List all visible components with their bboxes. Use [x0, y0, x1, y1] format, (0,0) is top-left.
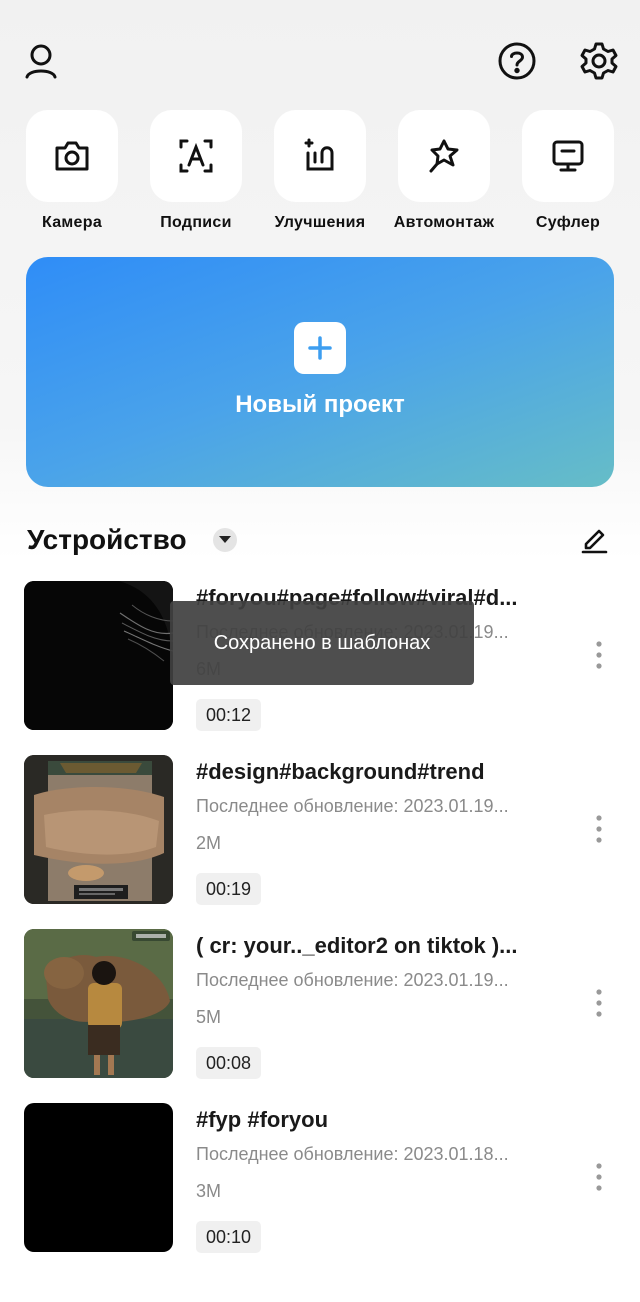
project-size: 5M — [196, 1007, 222, 1027]
more-icon[interactable] — [588, 985, 610, 1021]
project-title: #fyp #foryou — [196, 1107, 329, 1132]
project-updated: Последнее обновление: 2023.01.19... — [196, 796, 509, 816]
tool-autocut[interactable]: Автомонтаж — [379, 110, 509, 240]
help-circle-icon[interactable] — [495, 39, 539, 83]
project-size: 2M — [196, 833, 222, 853]
caret-down-icon[interactable] — [213, 528, 237, 552]
auto-captions-icon — [150, 110, 242, 202]
project-item[interactable]: #design#background#trend Последнее обнов… — [0, 755, 640, 905]
project-duration: 00:19 — [196, 873, 262, 905]
enhance-icon — [274, 110, 366, 202]
project-thumbnail — [24, 1103, 173, 1252]
gear-icon[interactable] — [577, 39, 621, 83]
edit-icon[interactable] — [578, 522, 610, 554]
project-size: 3M — [196, 1181, 222, 1201]
project-thumbnail — [24, 581, 173, 730]
project-updated: Последнее обновление: 2023.01.18... — [196, 1144, 509, 1164]
tool-label: Суфлер — [535, 214, 601, 231]
user-icon[interactable] — [19, 39, 63, 83]
tool-label: Автомонтаж — [393, 214, 495, 231]
more-icon[interactable] — [588, 637, 610, 673]
tool-label: Улучшения — [274, 214, 366, 231]
project-thumbnail — [24, 755, 173, 904]
new-project-button[interactable]: Новый проект — [26, 257, 614, 487]
tool-label: Камера — [41, 214, 103, 231]
project-updated: Последнее обновление: 2023.01.19... — [196, 970, 509, 990]
project-item[interactable]: #fyp #foryou Последнее обновление: 2023.… — [0, 1103, 640, 1253]
top-bar — [0, 0, 640, 110]
project-title: #design#background#trend — [196, 759, 485, 784]
section-title[interactable]: Устройство — [27, 524, 187, 556]
plus-icon — [294, 322, 346, 374]
project-title: ( cr: your.._editor2 on tiktok )... — [196, 933, 518, 958]
project-duration: 00:08 — [196, 1047, 262, 1079]
tool-camera[interactable]: Камера — [7, 110, 137, 240]
teleprompter-icon — [522, 110, 614, 202]
camera-icon — [26, 110, 118, 202]
more-icon[interactable] — [588, 811, 610, 847]
tool-enhance[interactable]: Улучшения — [255, 110, 385, 240]
tool-captions[interactable]: Подписи — [131, 110, 261, 240]
project-duration: 00:12 — [196, 699, 262, 731]
toast-message: Сохранено в шаблонах — [170, 601, 474, 685]
project-duration: 00:10 — [196, 1221, 262, 1253]
tool-label: Подписи — [160, 214, 232, 231]
new-project-label: Новый проект — [235, 391, 405, 418]
project-item[interactable]: ( cr: your.._editor2 on tiktok )... Посл… — [0, 929, 640, 1079]
project-thumbnail — [24, 929, 173, 1078]
tool-teleprompter[interactable]: Суфлер — [503, 110, 633, 240]
more-icon[interactable] — [588, 1159, 610, 1195]
tools-row: Камера Подписи Улучшения Автомонтаж Суфл… — [0, 110, 640, 240]
autocut-star-icon — [398, 110, 490, 202]
